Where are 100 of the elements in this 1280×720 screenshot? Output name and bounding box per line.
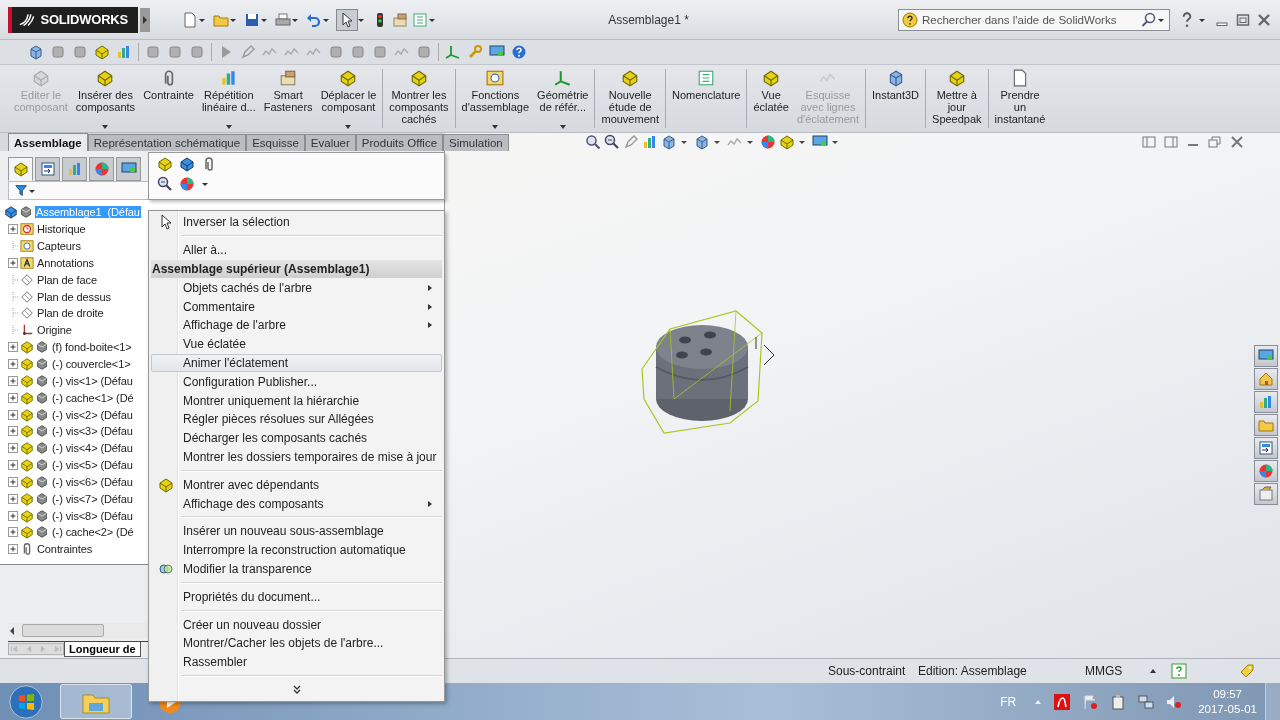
menu-item[interactable]: Insérer un nouveau sous-assemblage (151, 521, 442, 541)
units-label[interactable]: MMGS (1085, 664, 1149, 678)
clipboard-icon[interactable] (1110, 693, 1127, 710)
menu-item[interactable]: Interrompre la reconstruction automatique (151, 540, 442, 560)
menu-item[interactable]: Propriétés du document... (151, 587, 442, 607)
expand-icon[interactable] (8, 443, 18, 454)
folder-pane-button[interactable] (1254, 414, 1278, 436)
menu-item[interactable]: Montrer les dossiers temporaires de mise à jour (151, 447, 442, 467)
maximize-icon[interactable] (1235, 11, 1251, 28)
tool-icon[interactable] (189, 44, 205, 60)
expand-icon[interactable] (8, 476, 18, 487)
tree-item[interactable]: Plan de face (36, 273, 98, 286)
caret-icon[interactable] (224, 124, 233, 130)
tool-icon[interactable] (50, 44, 66, 60)
properties-pane-button[interactable] (1254, 437, 1278, 459)
caret-icon[interactable] (1149, 667, 1157, 675)
close-icon[interactable] (1256, 11, 1272, 28)
tree-item[interactable]: Plan de droite (36, 307, 105, 320)
zoom-icon[interactable] (604, 134, 620, 150)
sheet-tab[interactable]: Longueur de (64, 642, 141, 657)
tree-item[interactable]: (f) fond-boite<1> (51, 341, 133, 354)
tool-icon[interactable] (328, 44, 344, 60)
command-tab[interactable]: Evaluer (304, 134, 356, 151)
search-field[interactable]: Rechercher dans l'aide de SolidWorks (898, 8, 1170, 31)
menu-item[interactable]: Affichage de l'arbre (151, 316, 442, 335)
start-button[interactable] (8, 683, 44, 720)
scroll-left-icon[interactable] (8, 625, 16, 636)
antivirus-icon[interactable] (1054, 693, 1071, 710)
ribbon-button[interactable]: Montrer les composants cachés (385, 65, 453, 132)
tree-item[interactable]: Origine (36, 324, 73, 337)
tree-item[interactable]: (-) cache<1> (Dé (51, 391, 135, 404)
expand-icon[interactable] (8, 224, 18, 235)
expand-icon[interactable] (8, 342, 18, 353)
ribbon-button[interactable]: Nouvelle étude de mouvement (597, 65, 663, 132)
menu-item[interactable]: Décharger les composants cachés (151, 428, 442, 448)
zoom-icon[interactable] (585, 134, 601, 150)
pointer-icon[interactable] (337, 9, 357, 30)
tree-item[interactable]: Capteurs (36, 240, 82, 253)
expand-icon[interactable] (8, 375, 18, 386)
split-view-icon[interactable] (1142, 135, 1156, 149)
menu-item[interactable]: Affichage des composants (151, 494, 442, 513)
color-ball-icon[interactable] (760, 134, 776, 150)
menu-item[interactable]: Animer l'éclatement (151, 353, 442, 373)
ribbon-button[interactable]: Nomenclature (667, 65, 745, 132)
ribbon-button[interactable]: Smart Fasteners (259, 65, 317, 132)
tree-item[interactable]: (-) vis<7> (Défau (51, 492, 134, 505)
ribbon-button[interactable]: Mettre à jour Speedpak (928, 65, 986, 132)
tree-item[interactable]: (-) vis<5> (Défau (51, 459, 134, 472)
tree-item[interactable]: Plan de dessus (36, 290, 112, 303)
axes-icon[interactable] (445, 44, 461, 60)
tree-item[interactable]: Historique (36, 223, 87, 236)
ribbon-button[interactable]: Déplacer le composant (316, 65, 381, 132)
tree-item[interactable]: (-) couvercle<1> (51, 358, 132, 370)
menu-item[interactable]: Montrer/Cacher les objets de l'arbre... (151, 633, 442, 653)
ribbon-button[interactable]: Fonctions d'assemblage (457, 65, 534, 132)
flag-icon[interactable] (1082, 693, 1099, 710)
command-tab[interactable]: Produits Office (355, 134, 444, 151)
tool-icon[interactable] (350, 44, 366, 60)
scroll-thumb[interactable] (22, 624, 104, 637)
panel-tab[interactable] (8, 157, 33, 181)
tree-item[interactable]: (-) vis<4> (Défau (51, 442, 134, 455)
menu-item[interactable]: Commentaire (151, 297, 442, 316)
menu-item[interactable]: Rassembler (151, 652, 442, 672)
search-icon[interactable] (1141, 11, 1157, 28)
restore-icon[interactable] (1208, 135, 1222, 149)
ribbon-button[interactable]: Prendre un instantané (990, 65, 1050, 132)
expand-icon[interactable] (8, 460, 18, 471)
expand-icon[interactable] (8, 257, 18, 268)
tool-icon[interactable] (416, 44, 432, 60)
tool-icon[interactable] (72, 44, 88, 60)
bar-chart-pane-button[interactable] (1254, 391, 1278, 413)
expand-icon[interactable] (8, 392, 18, 403)
printer-icon[interactable] (275, 11, 291, 28)
network-icon[interactable] (1138, 693, 1155, 710)
command-tab[interactable]: Assemblage (8, 133, 88, 151)
pencil-icon[interactable] (240, 44, 256, 60)
command-tab[interactable]: Simulation (443, 134, 509, 151)
menu-item[interactable]: Objets cachés de l'arbre (151, 278, 442, 298)
tree-item[interactable]: (-) cache<2> (Dé (51, 526, 135, 539)
caret-icon[interactable] (344, 124, 353, 130)
expand-icon[interactable] (8, 426, 18, 437)
expand-icon[interactable] (8, 359, 18, 369)
ribbon-button[interactable]: Répétition linéaire d... (197, 65, 260, 132)
tree-item[interactable]: (-) vis<6> (Défau (51, 475, 134, 488)
cube-icon[interactable] (694, 134, 710, 150)
tree-item[interactable]: (-) vis<8> (Défau (51, 509, 134, 522)
menu-item[interactable]: Modifier la transparence (151, 559, 442, 579)
panel-tab[interactable] (116, 157, 141, 181)
close-icon[interactable] (1230, 135, 1244, 149)
panel-tab[interactable] (89, 157, 114, 181)
expand-icon[interactable] (8, 409, 18, 420)
command-tab[interactable]: Représentation schématique (87, 134, 247, 151)
assembly-icon[interactable] (157, 156, 173, 172)
bar-chart-icon[interactable] (642, 134, 658, 150)
tool-icon[interactable] (372, 44, 388, 60)
color-ball-pane-button[interactable] (1254, 460, 1278, 482)
tree-item[interactable]: Annotations (36, 256, 95, 269)
expand-icon[interactable] (8, 544, 18, 555)
menu-item[interactable]: Montrer uniquement la hiérarchie (151, 391, 442, 410)
tree-item[interactable]: (-) vis<2> (Défau (51, 408, 134, 421)
